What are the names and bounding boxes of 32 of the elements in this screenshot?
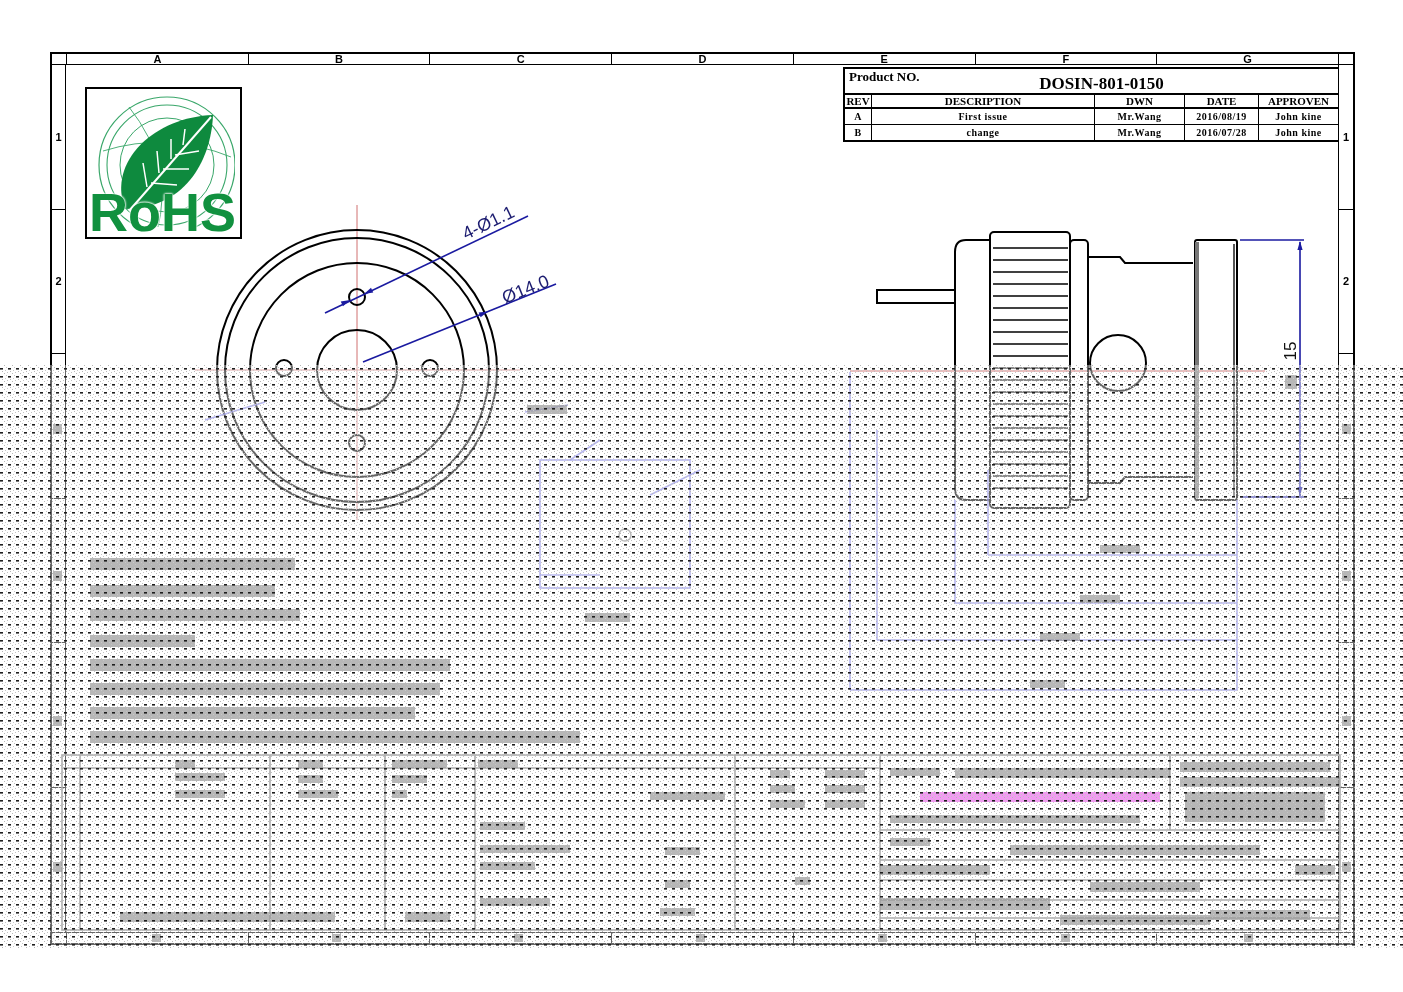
table-cell: 2016/08/19 [1196,111,1247,122]
table-header-cell: REV [846,95,870,107]
table-cell: B [854,127,862,138]
table-cell: Mr.Wang [1117,127,1162,138]
product-number: DOSIN-801-0150 [1038,73,1165,93]
table-cell: John kine [1275,111,1322,122]
table-header-cell: APPROVEN [1267,95,1330,107]
row-label: 2 [55,276,62,287]
table-cell: 2016/07/28 [1196,127,1247,138]
column-label: C [516,54,525,64]
table-header-cell: DESCRIPTION [944,95,1022,107]
column-label: E [880,54,888,64]
row-label: 1 [55,131,62,142]
column-label: B [335,54,344,64]
column-label: D [698,54,707,64]
table-cell: change [966,127,1000,138]
dimension-label: 15 [1281,341,1300,361]
column-label: A [153,54,162,64]
table-cell: A [854,111,862,122]
hole-circle [348,288,366,306]
table-cell: Mr.Wang [1117,111,1162,122]
field-label: Product NO. [848,69,921,84]
row-label: 2 [1342,276,1350,287]
table-header-cell: DATE [1206,95,1237,107]
dimension-label: 4-Ø1.1 [459,201,518,244]
table-cell: First issue [958,111,1008,122]
column-label: G [1243,54,1252,64]
column-label: F [1062,54,1070,64]
row-label: 1 [1342,131,1350,142]
table-cell: John kine [1275,127,1322,138]
table-header-cell: DWN [1126,95,1153,107]
dimension-label: Ø14.0 [499,270,552,308]
